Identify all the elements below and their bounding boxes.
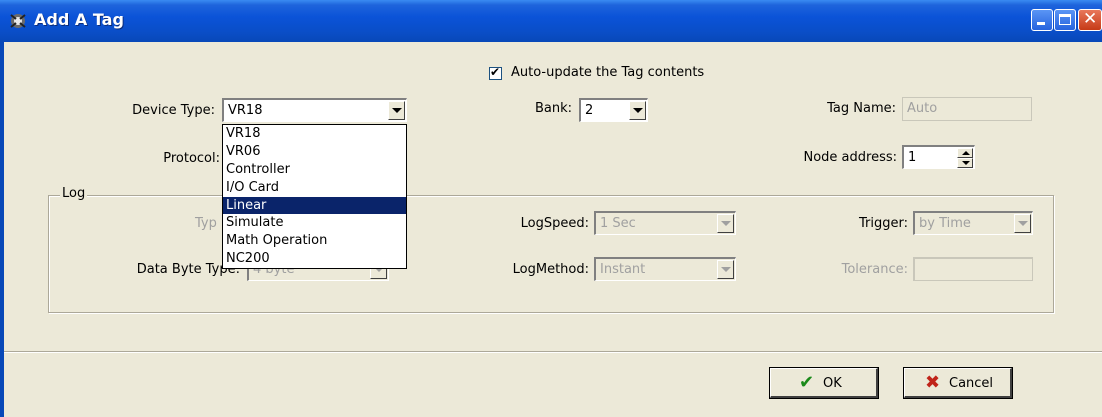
cancel-button-label: Cancel [949, 376, 994, 391]
bank-value: 2 [585, 103, 594, 118]
chevron-down-icon[interactable] [717, 260, 734, 279]
device-type-select[interactable]: VR18 [222, 98, 407, 122]
close-button[interactable]: ✕ [1078, 9, 1102, 31]
checkmark-icon: ✔ [799, 372, 815, 393]
device-type-label: Device Type: [132, 103, 215, 118]
dropdown-option[interactable]: VR06 [223, 143, 406, 161]
tolerance-label: Tolerance: [841, 262, 908, 277]
log-method-select[interactable]: Instant [594, 257, 736, 281]
dropdown-option[interactable]: VR18 [223, 125, 406, 143]
cancel-button[interactable]: ✖ Cancel [903, 367, 1013, 399]
tag-name-input[interactable]: Auto [902, 97, 1032, 121]
auto-update-label[interactable]: Auto-update the Tag contents [511, 65, 704, 80]
ok-button[interactable]: ✔ OK [769, 367, 879, 399]
title-bar[interactable]: Add A Tag ✕ [0, 0, 1102, 42]
log-group [48, 195, 1054, 313]
dropdown-option[interactable]: Math Operation [223, 232, 406, 250]
minimize-button[interactable] [1031, 9, 1053, 31]
node-address-label: Node address: [803, 150, 897, 165]
protocol-label: Protocol: [163, 151, 220, 166]
auto-update-checkbox[interactable] [489, 65, 502, 80]
trigger-value: by Time [919, 216, 971, 231]
bank-select[interactable]: 2 [579, 98, 648, 122]
bank-label: Bank: [534, 101, 572, 116]
dropdown-option[interactable]: Simulate [223, 214, 406, 232]
chevron-down-icon[interactable] [388, 101, 405, 120]
chevron-down-icon[interactable] [1014, 214, 1031, 233]
close-icon: ✕ [1083, 9, 1098, 29]
log-speed-value: 1 Sec [600, 216, 636, 231]
window-title: Add A Tag [34, 10, 124, 29]
dropdown-option[interactable]: Controller [223, 161, 406, 179]
footer-divider [4, 351, 1102, 353]
maximize-button[interactable] [1054, 9, 1076, 31]
log-speed-label: LogSpeed: [520, 216, 589, 231]
device-type-value: VR18 [228, 103, 263, 118]
node-address-spinner[interactable]: 1 [902, 145, 975, 169]
node-address-value: 1 [908, 150, 917, 165]
dropdown-option[interactable]: I/O Card [223, 179, 406, 197]
data-byte-type-label: Data Byte Type: [136, 262, 240, 277]
x-icon: ✖ [925, 372, 941, 393]
trigger-select[interactable]: by Time [913, 211, 1033, 235]
log-method-value: Instant [600, 262, 646, 277]
spin-down-icon[interactable] [957, 158, 973, 168]
spin-up-icon[interactable] [957, 148, 973, 158]
log-method-label: LogMethod: [512, 262, 589, 277]
chevron-down-icon[interactable] [629, 101, 646, 120]
tag-name-label: Tag Name: [827, 101, 896, 116]
chevron-down-icon[interactable] [717, 214, 734, 233]
log-group-title: Log [60, 186, 88, 201]
app-icon [10, 14, 26, 28]
dropdown-option[interactable]: NC200 [223, 250, 406, 268]
device-type-dropdown[interactable]: VR18 VR06 Controller I/O Card Linear Sim… [222, 124, 407, 269]
tolerance-input[interactable] [913, 257, 1033, 281]
ok-button-label: OK [823, 376, 842, 391]
trigger-label: Trigger: [859, 216, 908, 231]
log-speed-select[interactable]: 1 Sec [594, 211, 736, 235]
type-label: Typ [195, 216, 217, 231]
dropdown-option-highlighted[interactable]: Linear [223, 196, 406, 215]
